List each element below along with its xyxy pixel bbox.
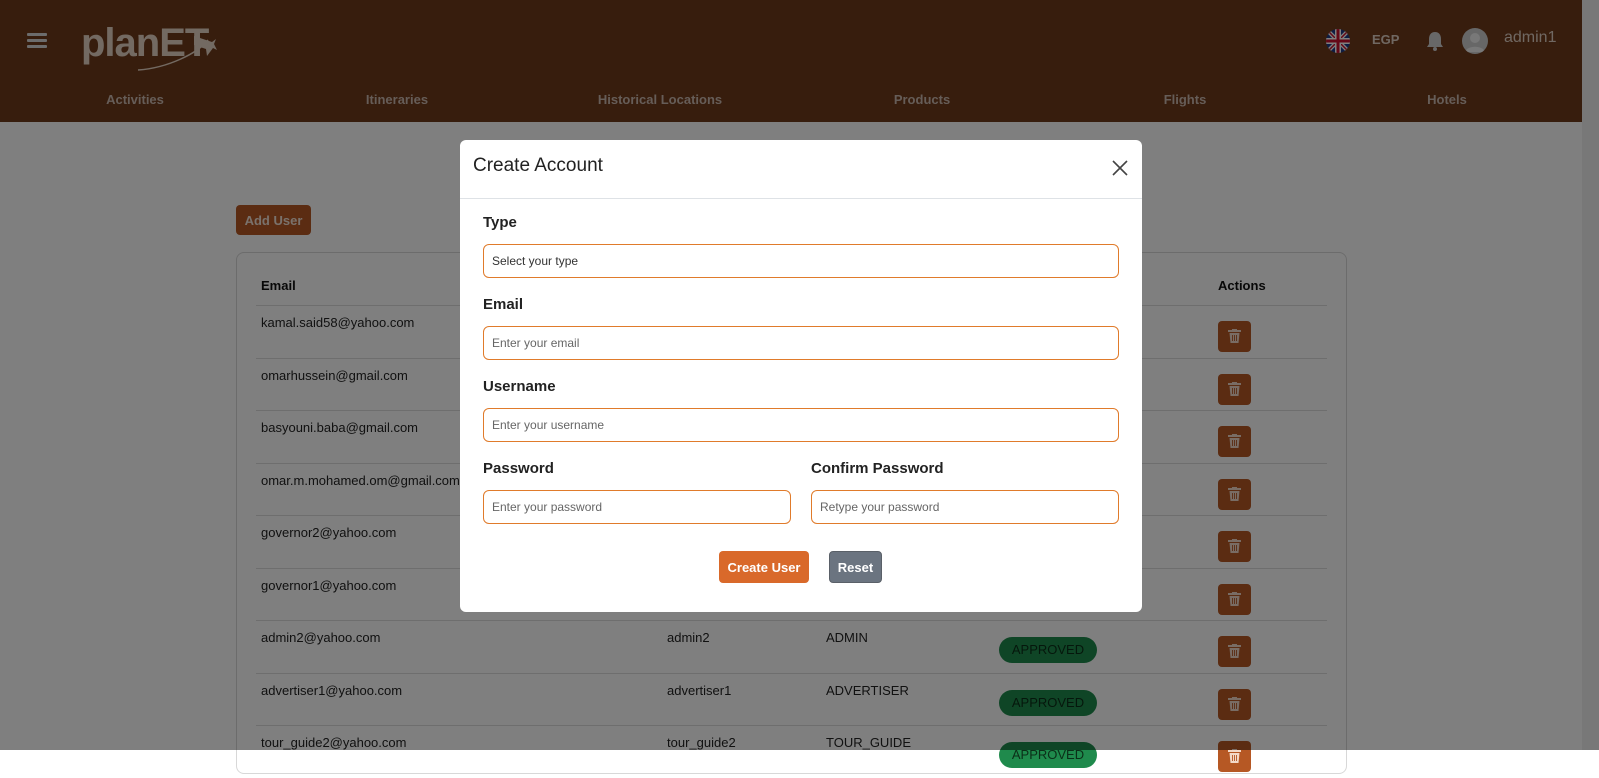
type-select-value: Select your type <box>492 254 579 268</box>
email-field[interactable] <box>483 326 1119 360</box>
reset-button[interactable]: Reset <box>829 551 882 583</box>
username-label: Username <box>483 378 556 395</box>
create-account-modal: Create Account Type Select your type Ema… <box>460 140 1142 612</box>
email-label: Email <box>483 296 524 313</box>
modal-title: Create Account <box>473 155 603 176</box>
type-label: Type <box>483 214 517 231</box>
password-field[interactable] <box>483 490 791 524</box>
username-field[interactable] <box>483 408 1119 442</box>
password-label: Password <box>483 460 554 477</box>
create-user-button[interactable]: Create User <box>719 551 809 583</box>
confirm-password-label: Confirm Password <box>811 460 944 477</box>
confirm-password-field[interactable] <box>811 490 1119 524</box>
modal-header: Create Account <box>460 140 1142 199</box>
close-icon[interactable] <box>1112 160 1128 176</box>
type-select[interactable]: Select your type <box>483 244 1119 278</box>
